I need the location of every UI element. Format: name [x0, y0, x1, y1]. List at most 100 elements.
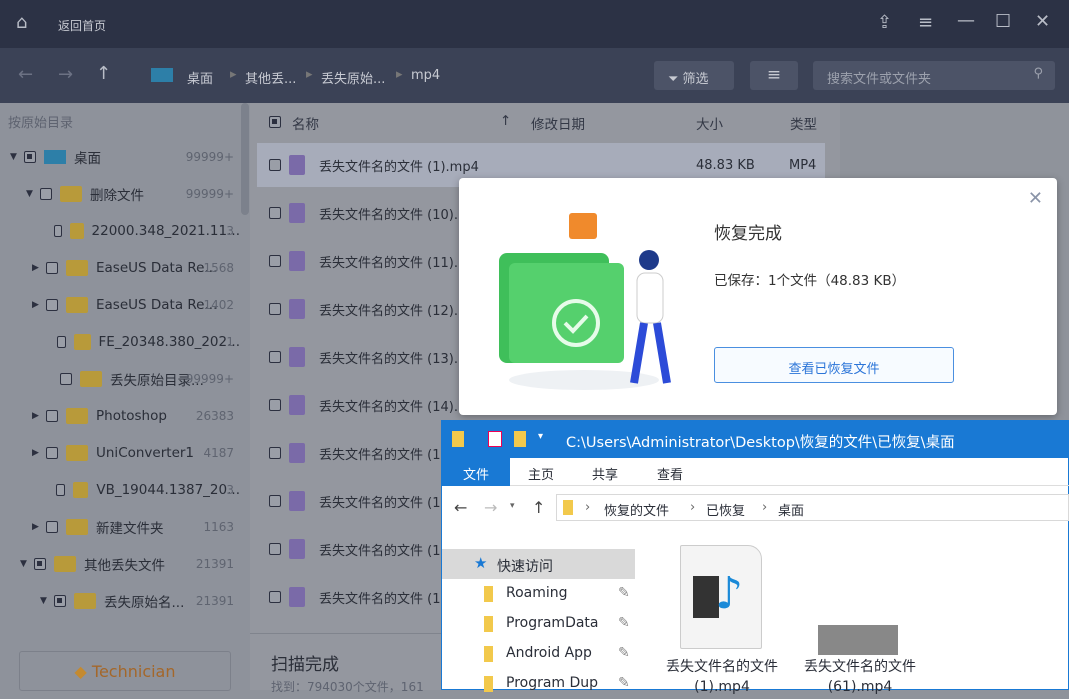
technician-button[interactable]: ◆ Technician — [19, 651, 231, 691]
tree-item[interactable]: ▶ UniConverter1 4187 — [0, 434, 240, 471]
sort-icon[interactable]: ↑ — [500, 113, 511, 129]
select-all-checkbox[interactable] — [269, 116, 281, 128]
file-item-label[interactable]: 丢失文件名的文件 (1).mp4 — [664, 657, 780, 697]
column-date[interactable]: 修改日期 — [531, 113, 585, 133]
tab-view[interactable]: 查看 — [657, 464, 683, 483]
tree-item[interactable]: ▼ 丢失原始名... 21391 — [0, 582, 240, 619]
checkbox[interactable] — [40, 187, 52, 200]
address-segment[interactable]: 已恢复 — [706, 500, 745, 519]
breadcrumb-1[interactable]: 其他丢... — [245, 68, 296, 87]
checkbox[interactable] — [269, 495, 281, 507]
tree-item[interactable]: ▶ EaseUS Data Re... 1402 — [0, 286, 240, 323]
forward-icon[interactable]: → — [484, 498, 497, 517]
recent-dropdown-icon[interactable]: ▾ — [510, 501, 515, 511]
forward-icon[interactable]: → — [58, 64, 73, 85]
tree-item[interactable]: ▼ 其他丢失文件 21391 — [0, 545, 240, 582]
search-input[interactable]: 搜索文件或文件夹 ⚲ — [813, 61, 1055, 90]
new-folder-icon[interactable] — [514, 431, 526, 447]
back-icon[interactable]: ← — [454, 498, 467, 517]
expand-icon[interactable]: ▶ — [32, 411, 46, 421]
pin-icon[interactable]: ✎ — [618, 585, 630, 601]
tree-item[interactable]: ▶ Photoshop 26383 — [0, 397, 240, 434]
share-icon[interactable]: ⇪ — [877, 12, 892, 33]
checkbox[interactable] — [46, 298, 58, 311]
nav-item[interactable]: Program Dup ✎ — [482, 673, 632, 699]
home-link[interactable]: 返回首页 — [58, 17, 106, 34]
search-icon[interactable]: ⚲ — [1033, 66, 1043, 81]
expand-icon[interactable]: ▼ — [40, 596, 54, 606]
tree-item[interactable]: FE_20348.380_202... 1 — [0, 323, 240, 360]
view-menu-button[interactable]: ≡ — [750, 61, 798, 90]
checkbox[interactable] — [46, 261, 58, 274]
properties-icon[interactable] — [488, 431, 502, 447]
tab-file[interactable]: 文件 — [442, 458, 510, 486]
checkbox[interactable] — [269, 303, 281, 315]
up-icon[interactable]: ↑ — [532, 498, 545, 517]
file-item-label[interactable]: 丢失文件名的文件 (61).mp4 — [802, 657, 918, 697]
menu-icon[interactable]: ≡ — [918, 12, 933, 33]
checkbox[interactable] — [46, 520, 58, 533]
file-thumbnail[interactable] — [818, 625, 898, 655]
scrollbar[interactable] — [241, 103, 249, 215]
dialog-close-icon[interactable]: ✕ — [1028, 188, 1043, 209]
nav-item[interactable]: ProgramData ✎ — [482, 613, 632, 639]
expand-icon[interactable]: ▶ — [32, 448, 46, 458]
close-icon[interactable]: ✕ — [1035, 11, 1050, 32]
filter-button[interactable]: ⏷ 筛选 — [654, 61, 734, 90]
up-icon[interactable]: ↑ — [96, 63, 111, 84]
checkbox[interactable] — [60, 372, 72, 385]
breadcrumb-0[interactable]: 桌面 — [187, 68, 213, 87]
address-bar[interactable]: › 恢复的文件 › 已恢复 › 桌面 — [556, 494, 1069, 521]
minimize-icon[interactable]: — — [957, 10, 975, 31]
home-icon[interactable]: ⌂ — [16, 12, 27, 33]
tree-item[interactable]: ▼ 桌面 99999+ — [0, 138, 240, 175]
checkbox[interactable] — [54, 224, 63, 237]
checkbox[interactable] — [269, 543, 281, 555]
checkbox[interactable] — [269, 159, 281, 171]
expand-icon[interactable]: ▼ — [26, 189, 40, 199]
checkbox[interactable] — [269, 447, 281, 459]
tree-item[interactable]: ▶ 新建文件夹 1163 — [0, 508, 240, 545]
checkbox[interactable] — [54, 594, 66, 607]
column-name[interactable]: 名称 — [292, 113, 319, 133]
maximize-icon[interactable]: ☐ — [995, 11, 1011, 32]
address-segment[interactable]: 桌面 — [778, 500, 804, 519]
checkbox[interactable] — [56, 335, 67, 348]
expand-icon[interactable]: ▶ — [32, 300, 46, 310]
nav-quick-access[interactable]: ★ 快速访问 — [442, 549, 635, 579]
checkbox[interactable] — [269, 351, 281, 363]
pin-icon[interactable]: ✎ — [618, 645, 630, 661]
tree-item[interactable]: ▼ 删除文件 99999+ — [0, 175, 240, 212]
expand-icon[interactable]: ▶ — [32, 263, 46, 273]
checkbox[interactable] — [46, 409, 58, 422]
pin-icon[interactable]: ✎ — [618, 675, 630, 691]
address-segment[interactable]: 恢复的文件 — [604, 500, 669, 519]
expand-icon[interactable]: ▶ — [32, 522, 46, 532]
column-size[interactable]: 大小 — [696, 113, 723, 133]
checkbox[interactable] — [269, 399, 281, 411]
view-recovered-files-button[interactable]: 查看已恢复文件 — [714, 347, 954, 383]
pin-icon[interactable]: ✎ — [618, 615, 630, 631]
checkbox[interactable] — [269, 591, 281, 603]
quick-access-dropdown-icon[interactable]: ▾ — [538, 431, 543, 442]
tree-item[interactable]: ▶ EaseUS Data Re... 1568 — [0, 249, 240, 286]
tree-item[interactable]: 丢失原始目录... 99999+ — [0, 360, 240, 397]
expand-icon[interactable]: ▼ — [20, 559, 34, 569]
back-icon[interactable]: ← — [18, 64, 33, 85]
video-file-icon[interactable]: ♪ — [680, 545, 762, 649]
checkbox[interactable] — [46, 446, 58, 459]
breadcrumb-2[interactable]: 丢失原始... — [321, 68, 385, 87]
tree-item[interactable]: VB_19044.1387_20... 3 — [0, 471, 240, 508]
checkbox[interactable] — [269, 207, 281, 219]
tab-home[interactable]: 主页 — [528, 464, 554, 483]
column-type[interactable]: 类型 — [790, 113, 817, 133]
tree-item[interactable]: 22000.348_2021.11... 3 — [0, 212, 240, 249]
checkbox[interactable] — [34, 557, 46, 570]
nav-item[interactable]: Roaming ✎ — [482, 583, 632, 609]
nav-item[interactable]: Android App ✎ — [482, 643, 632, 669]
checkbox[interactable] — [24, 150, 36, 163]
breadcrumb-3[interactable]: mp4 — [411, 68, 440, 83]
checkbox[interactable] — [55, 483, 65, 496]
checkbox[interactable] — [269, 255, 281, 267]
expand-icon[interactable]: ▼ — [10, 152, 24, 162]
